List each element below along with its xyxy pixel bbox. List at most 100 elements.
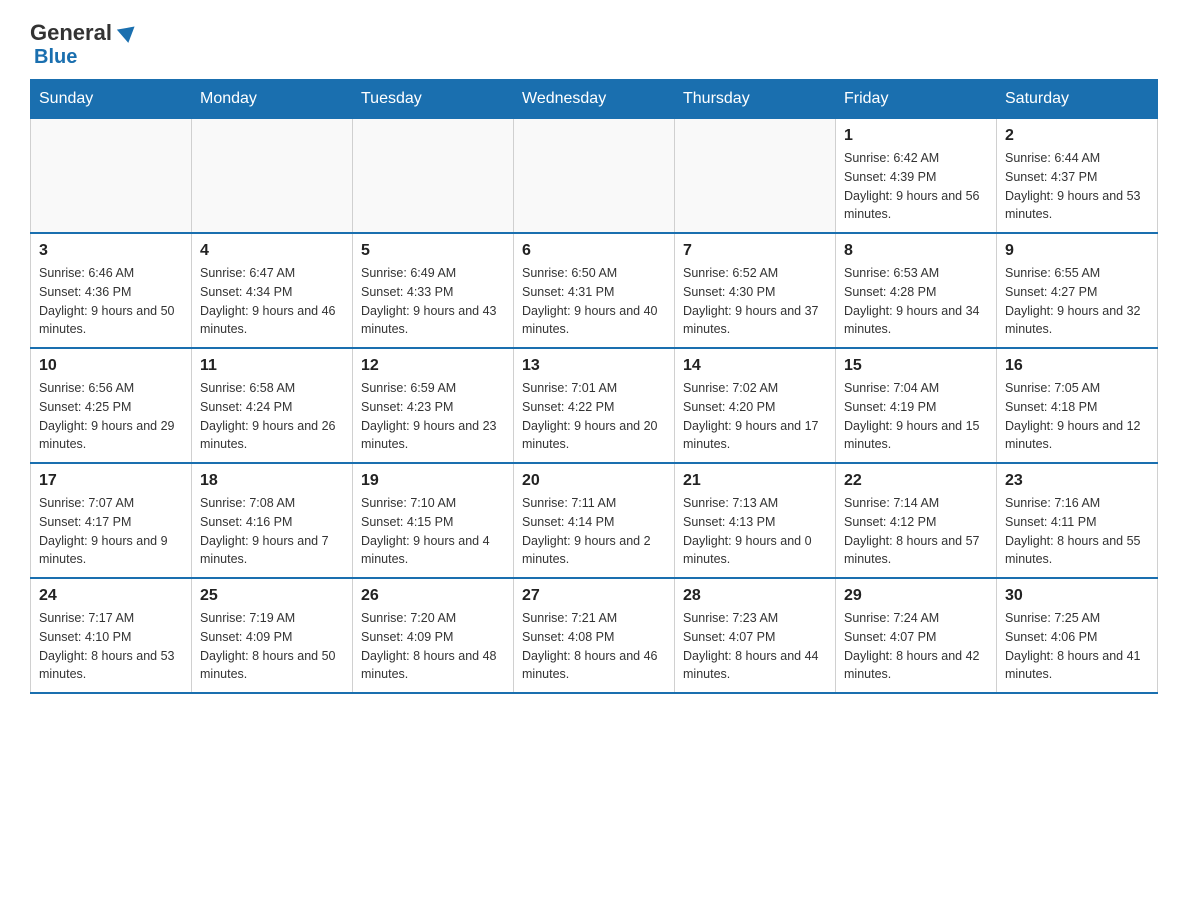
day-number: 7 [683,242,827,260]
day-number: 14 [683,357,827,375]
day-info: Sunrise: 6:58 AM Sunset: 4:24 PM Dayligh… [200,379,344,454]
calendar-cell: 4Sunrise: 6:47 AM Sunset: 4:34 PM Daylig… [192,233,353,348]
day-number: 30 [1005,587,1149,605]
day-info: Sunrise: 7:05 AM Sunset: 4:18 PM Dayligh… [1005,379,1149,454]
day-info: Sunrise: 7:02 AM Sunset: 4:20 PM Dayligh… [683,379,827,454]
day-info: Sunrise: 6:50 AM Sunset: 4:31 PM Dayligh… [522,264,666,339]
logo: General Blue [30,20,136,69]
calendar-cell: 11 Sunrise: 6:58 AM Sunset: 4:24 PM Dayli… [192,348,353,463]
calendar-cell: 7 Sunrise: 6:52 AM Sunset: 4:30 PM Daylig… [675,233,836,348]
logo-blue-text: Blue [30,46,77,68]
day-number: 18 [200,472,344,490]
day-number: 19 [361,472,505,490]
calendar-cell: 21 Sunrise: 7:13 AM Sunset: 4:13 PM Dayli… [675,463,836,578]
day-info: Sunrise: 6:59 AM Sunset: 4:23 PM Dayligh… [361,379,505,454]
logo-text: General [30,20,112,45]
calendar-cell: 23 Sunrise: 7:16 AM Sunset: 4:11 PM Dayli… [997,463,1158,578]
calendar-cell: 28 Sunrise: 7:23 AM Sunset: 4:07 PM Dayli… [675,578,836,693]
day-number: 2 [1005,127,1149,145]
calendar-cell: 9Sunrise: 6:55 AM Sunset: 4:27 PM Daylig… [997,233,1158,348]
week-row-5: 24 Sunrise: 7:17 AM Sunset: 4:10 PM Dayli… [31,578,1158,693]
day-info: Sunrise: 7:23 AM Sunset: 4:07 PM Dayligh… [683,609,827,684]
calendar-cell: 2 Sunrise: 6:44 AM Sunset: 4:37 PM Daylig… [997,119,1158,234]
day-number: 6 [522,242,666,260]
day-number: 13 [522,357,666,375]
day-info: Sunrise: 6:42 AM Sunset: 4:39 PM Dayligh… [844,149,988,224]
calendar-cell: 6 Sunrise: 6:50 AM Sunset: 4:31 PM Daylig… [514,233,675,348]
day-info: Sunrise: 7:20 AM Sunset: 4:09 PM Dayligh… [361,609,505,684]
header: General Blue [30,20,1158,69]
day-info: Sunrise: 7:16 AM Sunset: 4:11 PM Dayligh… [1005,494,1149,569]
day-header-tuesday: Tuesday [353,80,514,119]
calendar-cell: 16 Sunrise: 7:05 AM Sunset: 4:18 PM Dayli… [997,348,1158,463]
day-number: 4 [200,242,344,260]
day-number: 17 [39,472,183,490]
day-number: 8 [844,242,988,260]
day-info: Sunrise: 7:19 AM Sunset: 4:09 PM Dayligh… [200,609,344,684]
day-number: 11 [200,357,344,375]
day-number: 27 [522,587,666,605]
calendar-cell: 30 Sunrise: 7:25 AM Sunset: 4:06 PM Dayli… [997,578,1158,693]
calendar-cell: 29Sunrise: 7:24 AM Sunset: 4:07 PM Dayli… [836,578,997,693]
calendar-cell: 8 Sunrise: 6:53 AM Sunset: 4:28 PM Daylig… [836,233,997,348]
day-number: 16 [1005,357,1149,375]
day-header-sunday: Sunday [31,80,192,119]
calendar-cell: 27 Sunrise: 7:21 AM Sunset: 4:08 PM Dayli… [514,578,675,693]
day-info: Sunrise: 7:10 AM Sunset: 4:15 PM Dayligh… [361,494,505,569]
day-info: Sunrise: 6:52 AM Sunset: 4:30 PM Dayligh… [683,264,827,339]
day-number: 22 [844,472,988,490]
calendar-cell: 18Sunrise: 7:08 AM Sunset: 4:16 PM Dayli… [192,463,353,578]
day-number: 15 [844,357,988,375]
day-info: Sunrise: 6:53 AM Sunset: 4:28 PM Dayligh… [844,264,988,339]
day-info: Sunrise: 7:13 AM Sunset: 4:13 PM Dayligh… [683,494,827,569]
day-info: Sunrise: 7:17 AM Sunset: 4:10 PM Dayligh… [39,609,183,684]
day-number: 29 [844,587,988,605]
calendar-table: SundayMondayTuesdayWednesdayThursdayFrid… [30,79,1158,694]
calendar-cell: 15 Sunrise: 7:04 AM Sunset: 4:19 PM Dayli… [836,348,997,463]
day-number: 25 [200,587,344,605]
calendar-cell [675,119,836,234]
day-number: 10 [39,357,183,375]
day-header-row: SundayMondayTuesdayWednesdayThursdayFrid… [31,80,1158,119]
calendar-cell: 26 Sunrise: 7:20 AM Sunset: 4:09 PM Dayli… [353,578,514,693]
calendar-cell: 20Sunrise: 7:11 AM Sunset: 4:14 PM Dayli… [514,463,675,578]
day-number: 24 [39,587,183,605]
calendar-cell: 24 Sunrise: 7:17 AM Sunset: 4:10 PM Dayli… [31,578,192,693]
calendar-cell: 5 Sunrise: 6:49 AM Sunset: 4:33 PM Daylig… [353,233,514,348]
day-info: Sunrise: 6:56 AM Sunset: 4:25 PM Dayligh… [39,379,183,454]
day-info: Sunrise: 7:01 AM Sunset: 4:22 PM Dayligh… [522,379,666,454]
day-number: 5 [361,242,505,260]
day-info: Sunrise: 6:49 AM Sunset: 4:33 PM Dayligh… [361,264,505,339]
calendar-cell: 1 Sunrise: 6:42 AM Sunset: 4:39 PM Daylig… [836,119,997,234]
day-number: 28 [683,587,827,605]
day-header-wednesday: Wednesday [514,80,675,119]
day-header-monday: Monday [192,80,353,119]
day-number: 21 [683,472,827,490]
day-info: Sunrise: 7:25 AM Sunset: 4:06 PM Dayligh… [1005,609,1149,684]
calendar-cell: 12 Sunrise: 6:59 AM Sunset: 4:23 PM Dayli… [353,348,514,463]
day-info: Sunrise: 6:55 AM Sunset: 4:27 PM Dayligh… [1005,264,1149,339]
day-info: Sunrise: 6:46 AM Sunset: 4:36 PM Dayligh… [39,264,183,339]
day-number: 12 [361,357,505,375]
day-number: 23 [1005,472,1149,490]
calendar-body: 1 Sunrise: 6:42 AM Sunset: 4:39 PM Daylig… [31,119,1158,694]
calendar-cell: 22Sunrise: 7:14 AM Sunset: 4:12 PM Dayli… [836,463,997,578]
day-info: Sunrise: 7:04 AM Sunset: 4:19 PM Dayligh… [844,379,988,454]
calendar-cell: 17Sunrise: 7:07 AM Sunset: 4:17 PM Dayli… [31,463,192,578]
day-header-thursday: Thursday [675,80,836,119]
day-info: Sunrise: 7:21 AM Sunset: 4:08 PM Dayligh… [522,609,666,684]
calendar-cell: 10 Sunrise: 6:56 AM Sunset: 4:25 PM Dayli… [31,348,192,463]
day-header-saturday: Saturday [997,80,1158,119]
calendar-cell: 25 Sunrise: 7:19 AM Sunset: 4:09 PM Dayli… [192,578,353,693]
calendar-header: SundayMondayTuesdayWednesdayThursdayFrid… [31,80,1158,119]
calendar-cell: 14 Sunrise: 7:02 AM Sunset: 4:20 PM Dayli… [675,348,836,463]
calendar-cell: 3Sunrise: 6:46 AM Sunset: 4:36 PM Daylig… [31,233,192,348]
week-row-4: 17Sunrise: 7:07 AM Sunset: 4:17 PM Dayli… [31,463,1158,578]
day-number: 26 [361,587,505,605]
week-row-3: 10 Sunrise: 6:56 AM Sunset: 4:25 PM Dayli… [31,348,1158,463]
day-number: 1 [844,127,988,145]
calendar-cell [31,119,192,234]
day-info: Sunrise: 6:44 AM Sunset: 4:37 PM Dayligh… [1005,149,1149,224]
calendar-cell: 19 Sunrise: 7:10 AM Sunset: 4:15 PM Dayli… [353,463,514,578]
day-number: 20 [522,472,666,490]
